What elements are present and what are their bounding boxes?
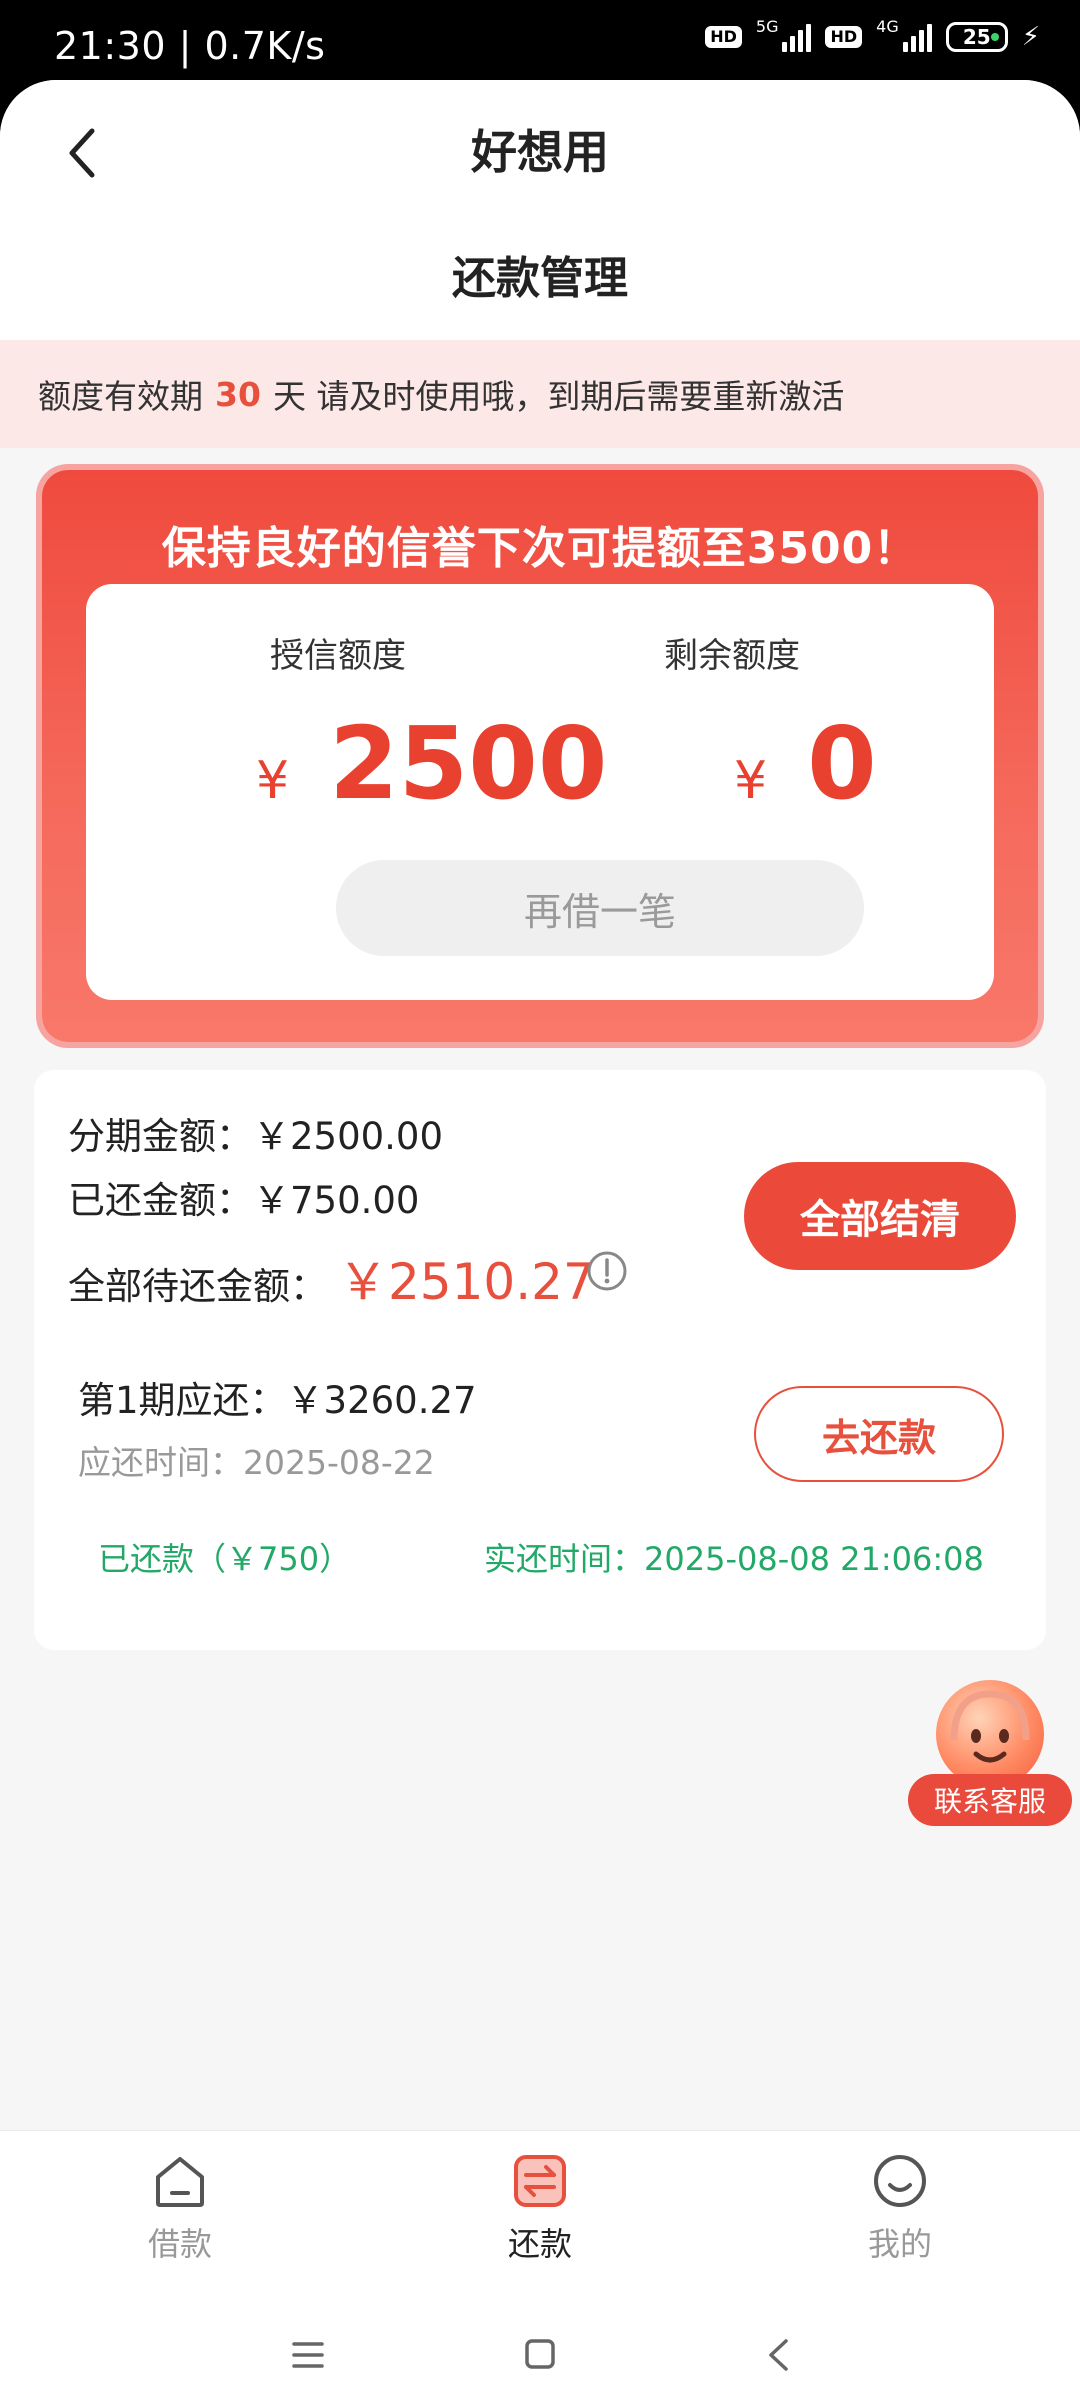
notice-prefix: 额度有效期 — [38, 377, 203, 416]
due-date: 应还时间：2025-08-22 — [78, 1443, 435, 1482]
granted-credit-label: 授信额度 — [270, 636, 406, 676]
repayment-panel: 分期金额：￥2500.00 已还金额：￥750.00 全部待还金额： ￥2510… — [34, 1070, 1046, 1650]
notice-suffix: 天 请及时使用哦，到期后需要重新激活 — [272, 377, 845, 416]
nav-label-repay: 还款 — [507, 2225, 572, 2263]
repaid-amount: 已还金额：￥750.00 — [68, 1179, 420, 1222]
hd-badge: HD — [705, 26, 742, 48]
settle-all-button[interactable]: 全部结清 — [744, 1162, 1016, 1270]
actual-repay-time: 实还时间：2025-08-08 21:06:08 — [484, 1540, 984, 1578]
hd-badge-2: HD — [825, 26, 863, 48]
repaid-status: 已还款（￥750） — [98, 1540, 352, 1578]
status-time-speed: 21:30 | 0.7K/s — [54, 24, 326, 68]
status-bar: 21:30 | 0.7K/s HD 5G HD 4G 25 ⚡ — [0, 0, 1080, 80]
network-type-label-2: 4G — [876, 17, 899, 36]
granted-credit-value: 2500 — [329, 705, 608, 822]
total-due-label: 全部待还金额： — [68, 1265, 327, 1308]
customer-service-avatar-icon — [936, 1680, 1044, 1788]
system-nav-bar — [0, 2320, 1080, 2400]
info-icon[interactable] — [586, 1250, 628, 1292]
nav-label-mine: 我的 — [867, 2225, 932, 2263]
nav-item-mine[interactable]: 我的 — [800, 2151, 1000, 2265]
charging-icon: ⚡ — [1021, 22, 1040, 52]
profile-icon — [874, 2155, 926, 2207]
go-repay-button[interactable]: 去还款 — [754, 1386, 1004, 1482]
customer-service-button[interactable]: 联系客服 — [908, 1680, 1074, 1840]
top-bar: 好想用 还款管理 — [0, 80, 1080, 340]
credit-summary: 授信额度 剩余额度 ¥ 2500 ¥ 0 再借一笔 — [86, 584, 994, 1000]
home-icon — [156, 2157, 204, 2207]
total-due-value: ￥2510.27 — [338, 1253, 595, 1311]
period-due: 第1期应还：￥3260.27 — [78, 1379, 477, 1422]
remaining-credit-label: 剩余额度 — [664, 636, 800, 676]
home-square-icon[interactable] — [524, 2338, 556, 2370]
installment-amount: 分期金额：￥2500.00 — [68, 1115, 444, 1158]
repay-icon — [514, 2155, 566, 2207]
granted-credit-amount: ¥ 2500 — [256, 714, 607, 814]
nav-item-repay[interactable]: 还款 — [440, 2151, 640, 2265]
borrow-again-button[interactable]: 再借一笔 — [336, 860, 864, 956]
credit-card: 保持良好的信誉下次可提额至3500！ 授信额度 剩余额度 ¥ 2500 ¥ 0 … — [42, 470, 1038, 1042]
status-icons: HD 5G HD 4G 25 ⚡ — [705, 17, 1040, 52]
back-triangle-icon[interactable] — [766, 2338, 790, 2372]
page-title: 还款管理 — [452, 253, 628, 304]
menu-icon[interactable] — [292, 2340, 324, 2370]
validity-notice: 额度有效期 30 天 请及时使用哦，到期后需要重新激活 — [0, 340, 1080, 448]
nav-label-loan: 借款 — [147, 2225, 212, 2263]
customer-service-label: 联系客服 — [908, 1774, 1072, 1826]
signal-5g-icon: 5G — [756, 17, 812, 52]
notice-days: 30 — [215, 374, 261, 414]
nav-item-loan[interactable]: 借款 — [80, 2151, 280, 2265]
battery-level: 25 — [962, 25, 991, 49]
card-slogan: 保持良好的信誉下次可提额至3500！ — [161, 523, 919, 574]
app-container: 好想用 还款管理 额度有效期 30 天 请及时使用哦，到期后需要重新激活 保持良… — [0, 80, 1080, 2400]
remaining-credit-amount: ¥ 0 — [734, 714, 877, 814]
battery-icon: 25 — [945, 22, 1008, 52]
network-type-label: 5G — [755, 17, 779, 36]
signal-4g-icon: 4G — [876, 17, 932, 52]
currency-symbol-2: ¥ — [734, 751, 768, 811]
currency-symbol: ¥ — [256, 751, 290, 811]
remaining-credit-value: 0 — [807, 705, 877, 822]
app-title: 好想用 — [471, 125, 609, 179]
